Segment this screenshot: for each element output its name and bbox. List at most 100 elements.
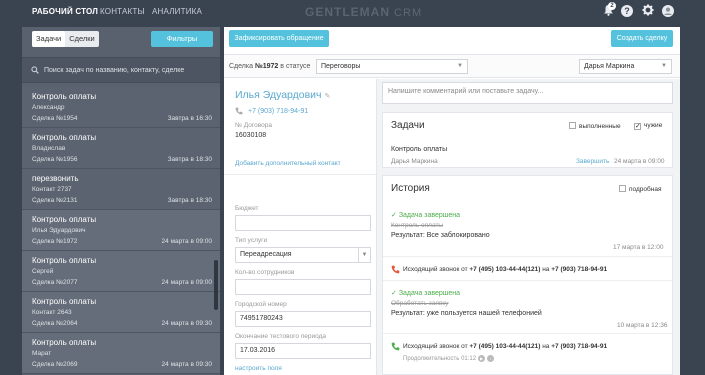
call-duration: Продолжительность 01:12 ▶ ↓ <box>403 355 495 362</box>
pencil-icon[interactable]: ✎ <box>325 93 331 100</box>
budget-field[interactable] <box>235 215 371 231</box>
avatar-icon[interactable] <box>661 5 675 19</box>
employees-label: Кол-во сотрудников <box>235 269 295 276</box>
sidebar-scrollbar[interactable] <box>214 260 218 310</box>
contact-column: Илья Эдуардович ✎ +7 (903) 718-94-91 № До… <box>224 79 377 375</box>
add-contact-link[interactable]: Добавить дополнительный контакт <box>235 160 341 167</box>
comment-input[interactable]: Напишите комментарий или поставьте задач… <box>382 82 673 104</box>
task-title: Контроль оплаты <box>32 256 97 265</box>
phone-outgoing-icon <box>391 265 400 276</box>
history-result: Результат: Все заблокировано <box>391 232 490 239</box>
task-title: Контроль оплаты <box>32 338 97 347</box>
task-contact: Сергей <box>32 268 54 275</box>
list-item[interactable]: Контроль оплаты Илья Эдуардович Сделка №… <box>22 210 220 251</box>
task-date: 24 марта в 09:00 <box>161 279 212 286</box>
trial-end-field[interactable]: 17.03.2016 <box>235 343 371 359</box>
deal-status-select[interactable]: Переговоры ▼ <box>316 59 468 74</box>
phone-icon <box>235 107 243 117</box>
nav-contacts[interactable]: КОНТАКТЫ <box>100 7 145 16</box>
gear-icon[interactable] <box>641 4 655 18</box>
task-done-status: ✓ Задача завершена <box>391 290 461 297</box>
history-card: История подробная ✓ Задача завершена Кон… <box>382 175 673 375</box>
service-type-label: Тип услуги <box>235 237 268 244</box>
history-date: 10 марта в 12:36 <box>617 322 668 329</box>
chevron-down-icon: ▼ <box>358 248 370 262</box>
task-date: 24 марта в 09:30 <box>161 361 212 368</box>
task-title: Контроль оплаты <box>32 92 97 101</box>
check-icon: ✓ <box>634 123 641 130</box>
contact-name[interactable]: Илья Эдуардович ✎ <box>235 89 330 101</box>
task-deal: Сделка №2131 <box>32 197 78 204</box>
help-icon[interactable]: ? <box>621 5 633 17</box>
owner-value: Дарья Маркина <box>584 63 635 70</box>
task-deal: Сделка №1956 <box>32 156 78 163</box>
complete-task-link[interactable]: Завершить <box>576 158 609 165</box>
tab-deals[interactable]: Сделки <box>65 31 99 47</box>
history-card-title: История <box>391 183 430 194</box>
configure-fields-link[interactable]: настроить поля <box>235 365 282 372</box>
task-done-status: ✓ Задача завершена <box>391 212 461 219</box>
chevron-down-icon: ▼ <box>661 63 667 69</box>
task-search[interactable]: Поиск задач по названию, контакту, сделк… <box>22 57 220 83</box>
sidebar-tabs: Задачи Сделки <box>32 31 99 47</box>
checkbox-icon <box>569 122 576 129</box>
owner-select[interactable]: Дарья Маркина ▼ <box>579 59 672 74</box>
chevron-down-icon: ▼ <box>457 63 463 69</box>
list-item[interactable]: Контроль оплаты Сергей Сделка №2077 24 м… <box>22 251 220 292</box>
history-date: 17 марта в 12:00 <box>613 244 664 251</box>
task-title: Контроль оплаты <box>32 133 97 142</box>
contract-label: № Договора <box>235 122 272 129</box>
phone-outgoing-icon <box>391 342 400 353</box>
filters-button[interactable]: Фильтры <box>151 31 213 47</box>
nav-analytics[interactable]: АНАЛИТИКА <box>152 7 202 16</box>
list-item[interactable]: Контроль оплаты Марат Сделка №2069 24 ма… <box>22 333 220 374</box>
task-item-title: Контроль оплаты <box>391 146 448 153</box>
deal-header: Сделка №1972 в статусе Переговоры ▼ Дарь… <box>224 54 680 78</box>
list-item[interactable]: Контроль оплаты Александр Сделка №1954 З… <box>22 87 220 128</box>
list-item[interactable]: Контроль оплаты Владислав Сделка №1956 З… <box>22 128 220 169</box>
checkbox-icon <box>619 185 626 192</box>
task-contact: Владислав <box>32 145 66 152</box>
search-icon <box>31 66 39 76</box>
nav-desktop[interactable]: РАБОЧИЙ СТОЛ <box>32 7 98 16</box>
task-list: Контроль оплаты Александр Сделка №1954 З… <box>22 87 220 374</box>
divider <box>383 333 672 334</box>
contract-value: 16030108 <box>235 132 267 139</box>
service-type-select[interactable]: Переадресация ▼ <box>235 247 371 263</box>
city-number-field[interactable]: 74951780243 <box>235 311 371 327</box>
divider <box>224 174 376 175</box>
fix-request-button[interactable]: Зафиксировать обращение <box>229 30 329 47</box>
search-input[interactable]: Поиск задач по названию, контакту, сделк… <box>44 67 184 74</box>
task-date: 24 марта в 09:30 <box>161 320 212 327</box>
list-item[interactable]: Контроль оплаты Контакт 2643 Сделка №206… <box>22 292 220 333</box>
task-deal: Сделка №2069 <box>32 361 78 368</box>
task-contact: Контакт 2643 <box>32 309 72 316</box>
play-icon[interactable]: ▶ <box>478 355 486 362</box>
employees-field[interactable] <box>235 279 371 295</box>
deal-status-value: Переговоры <box>321 63 361 70</box>
history-task-name: Контроль оплаты <box>391 222 444 229</box>
create-deal-button[interactable]: Создать сделку <box>611 30 673 47</box>
deal-panel: Зафиксировать обращение Создать сделку С… <box>224 27 680 375</box>
task-title: Контроль оплаты <box>32 297 97 306</box>
activity-column: Напишите комментарий или поставьте задач… <box>377 79 680 375</box>
task-contact: Контакт 2737 <box>32 186 72 193</box>
tasks-card: Задачи выполненные ✓ чужие Контроль оплат… <box>382 112 673 168</box>
foreign-checkbox[interactable]: ✓ чужие <box>634 122 662 130</box>
download-icon[interactable]: ↓ <box>487 355 495 362</box>
task-contact: Илья Эдуардович <box>32 227 86 234</box>
contact-phone[interactable]: +7 (903) 718-94-91 <box>248 108 308 115</box>
trial-end-label: Окончание тестового периода <box>235 333 327 340</box>
task-item-date: 24 марта в 09:00 <box>614 158 665 165</box>
tasks-card-title: Задачи <box>391 120 425 131</box>
list-item[interactable]: перезвонить Контакт 2737 Сделка №2131 За… <box>22 169 220 210</box>
service-type-value: Переадресация <box>240 251 292 258</box>
top-bar: РАБОЧИЙ СТОЛ КОНТАКТЫ АНАЛИТИКА GENTLEMA… <box>0 0 705 24</box>
task-title: перезвонить <box>32 174 79 183</box>
tab-tasks[interactable]: Задачи <box>32 31 66 47</box>
completed-checkbox[interactable]: выполненные <box>569 122 621 130</box>
checkbox-label: чужие <box>644 122 663 129</box>
history-task-name: Обработать заявку <box>391 300 449 307</box>
detailed-checkbox[interactable]: подробная <box>619 185 661 193</box>
task-date: Завтра в 18:30 <box>167 197 212 204</box>
